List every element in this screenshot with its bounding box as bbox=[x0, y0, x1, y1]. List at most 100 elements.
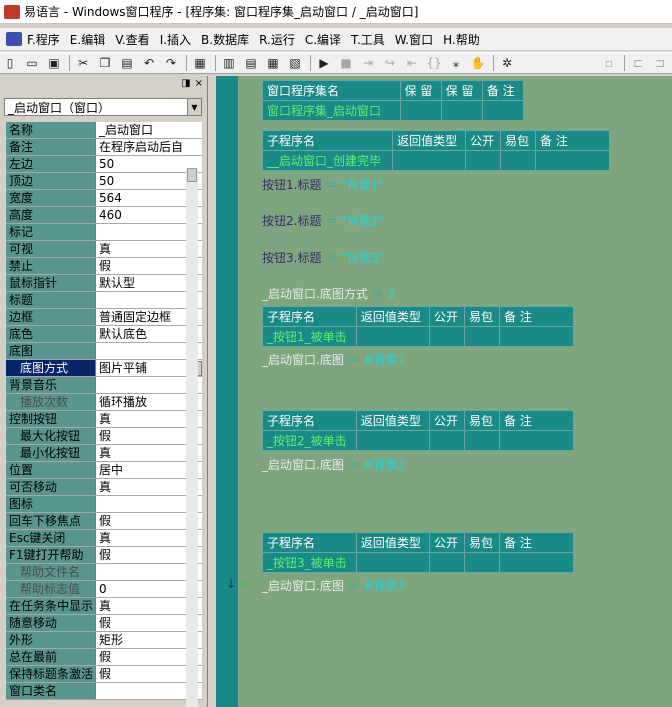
assembly-cell[interactable] bbox=[481, 100, 525, 121]
property-row[interactable]: Esc键关闭真 bbox=[6, 530, 202, 547]
sub-cell[interactable] bbox=[429, 430, 465, 451]
property-row[interactable]: 底色 默认底色 bbox=[6, 326, 202, 343]
assembly-name[interactable]: 窗口程序集_启动窗口 bbox=[262, 100, 401, 121]
sub-cell[interactable] bbox=[499, 326, 574, 347]
menu-insert[interactable]: I.插入 bbox=[155, 31, 196, 48]
menu-database[interactable]: B.数据库 bbox=[196, 31, 254, 48]
run-icon[interactable]: ▶ bbox=[314, 54, 334, 72]
property-row[interactable]: 帮助文件名 bbox=[6, 564, 202, 581]
sub-cell[interactable] bbox=[463, 326, 501, 347]
menu-help[interactable]: H.帮助 bbox=[438, 31, 485, 48]
sub-cell[interactable] bbox=[499, 430, 574, 451]
program-menu-icon[interactable] bbox=[6, 32, 22, 46]
menu-tools[interactable]: T.工具 bbox=[346, 31, 390, 48]
code-line[interactable]: _启动窗口.底图 ＝ #背景3 bbox=[262, 577, 405, 594]
sub-cell[interactable] bbox=[463, 552, 501, 573]
property-row[interactable]: 图标 bbox=[6, 496, 202, 513]
find-icon[interactable]: ▦ bbox=[190, 54, 210, 72]
sub-cell[interactable] bbox=[500, 150, 536, 171]
menu-view[interactable]: V.查看 bbox=[110, 31, 154, 48]
layout-icon[interactable]: ▤ bbox=[241, 54, 261, 72]
property-row[interactable]: 宽度 564 bbox=[6, 190, 202, 207]
property-row[interactable]: 窗口类名 bbox=[6, 683, 202, 700]
undo-icon[interactable]: ↶ bbox=[139, 54, 159, 72]
assembly-cell[interactable] bbox=[440, 100, 483, 121]
property-row[interactable]: 总在最前假 bbox=[6, 649, 202, 666]
sub-cell[interactable] bbox=[465, 150, 502, 171]
property-row[interactable]: 随意移动假 bbox=[6, 615, 202, 632]
step-func-icon[interactable]: {} bbox=[424, 54, 444, 72]
code-line[interactable]: _启动窗口.底图 ＝ #背景1 bbox=[262, 351, 405, 368]
chevron-down-icon[interactable]: ▼ bbox=[187, 99, 201, 115]
property-row[interactable]: 最大化按钮假 bbox=[6, 428, 202, 445]
property-row[interactable]: 回车下移焦点假 bbox=[6, 513, 202, 530]
sub-cell[interactable] bbox=[535, 150, 610, 171]
close-icon[interactable]: × bbox=[195, 78, 203, 89]
debug-icon[interactable]: ✲ bbox=[497, 54, 517, 72]
assembly-cell[interactable] bbox=[399, 100, 442, 121]
sub-name[interactable]: _按钮2_被单击 bbox=[262, 430, 357, 451]
hand-icon[interactable]: ✋ bbox=[468, 54, 488, 72]
menu-compile[interactable]: C.编译 bbox=[300, 31, 346, 48]
menu-edit[interactable]: E.编辑 bbox=[65, 31, 110, 48]
pin-icon[interactable]: ◨ bbox=[181, 78, 190, 89]
property-row[interactable]: 左边 50 bbox=[6, 156, 202, 173]
sub-name[interactable]: _按钮1_被单击 bbox=[262, 326, 357, 347]
property-row[interactable]: 播放次数 循环播放 bbox=[6, 394, 202, 411]
property-row[interactable]: 标记 bbox=[6, 224, 202, 241]
property-row[interactable]: 禁止假 bbox=[6, 258, 202, 275]
property-row[interactable]: 底图 bbox=[6, 343, 202, 360]
code-line[interactable]: _启动窗口.底图 ＝ #背景2 bbox=[262, 456, 405, 473]
object-selector[interactable]: _启动窗口（窗口） ▼ bbox=[4, 98, 202, 116]
step-over-icon[interactable]: ↪ bbox=[380, 54, 400, 72]
property-row[interactable]: 背景音乐 bbox=[6, 377, 202, 394]
layout-icon[interactable]: ▧ bbox=[285, 54, 305, 72]
layout-icon[interactable]: ▥ bbox=[219, 54, 239, 72]
sub-cell[interactable] bbox=[392, 150, 467, 171]
breakpoint-icon[interactable]: ⁎ bbox=[446, 54, 466, 72]
cut-icon[interactable]: ✂ bbox=[73, 54, 93, 72]
layout-icon[interactable]: ▦ bbox=[263, 54, 283, 72]
property-row[interactable]: 位置 居中 bbox=[6, 462, 202, 479]
code-line[interactable]: _启动窗口.底图方式 ＝ 3 bbox=[262, 285, 395, 302]
property-row[interactable]: 高度 460 bbox=[6, 207, 202, 224]
sub-cell[interactable] bbox=[355, 430, 431, 451]
property-scrollbar[interactable] bbox=[186, 168, 198, 707]
menu-run[interactable]: R.运行 bbox=[254, 31, 300, 48]
paste-icon[interactable]: ▤ bbox=[117, 54, 137, 72]
property-row[interactable]: 底图方式图片平铺▼ bbox=[6, 360, 202, 377]
menu-window[interactable]: W.窗口 bbox=[390, 31, 438, 48]
property-row[interactable]: 名称 _启动窗口 bbox=[6, 122, 202, 139]
sub-cell[interactable] bbox=[429, 326, 465, 347]
scrollbar-thumb[interactable] bbox=[187, 168, 197, 182]
sub-cell[interactable] bbox=[355, 326, 431, 347]
code-editor[interactable]: 窗口程序集名 保 留 保 留 备 注 窗口程序集_启动窗口 子程序名 返回值类型… bbox=[238, 76, 672, 707]
new-file-icon[interactable]: ▯ bbox=[0, 54, 20, 72]
stop-icon[interactable]: ■ bbox=[336, 54, 356, 72]
property-row[interactable]: 鼠标指针 默认型 bbox=[6, 275, 202, 292]
menu-program[interactable]: F.程序 bbox=[22, 31, 65, 48]
property-row[interactable]: 最小化按钮真 bbox=[6, 445, 202, 462]
property-row[interactable]: 可视真 bbox=[6, 241, 202, 258]
sub-cell[interactable] bbox=[355, 552, 431, 573]
sub-cell[interactable] bbox=[499, 552, 574, 573]
sub-name[interactable]: __启动窗口_创建完毕 bbox=[261, 150, 394, 171]
property-row[interactable]: F1键打开帮助假 bbox=[6, 547, 202, 564]
expand-plus-icon[interactable]: + bbox=[240, 577, 250, 591]
save-icon[interactable]: ▣ bbox=[44, 54, 64, 72]
open-folder-icon[interactable]: ▭ bbox=[22, 54, 42, 72]
step-in-icon[interactable]: ⇥ bbox=[358, 54, 378, 72]
property-value[interactable]: _启动窗口 bbox=[96, 122, 202, 138]
sub-cell[interactable] bbox=[429, 552, 465, 573]
property-value[interactable]: 在程序启动后自 bbox=[96, 139, 202, 155]
sub-cell[interactable] bbox=[463, 430, 501, 451]
property-row[interactable]: 备注 在程序启动后自 bbox=[6, 139, 202, 156]
property-row[interactable]: 边框 普通固定边框 bbox=[6, 309, 202, 326]
code-line[interactable]: 按钮3.标题 ＝ "背景3" bbox=[262, 249, 384, 266]
code-line[interactable]: 按钮2.标题 ＝ "背景2" bbox=[262, 212, 384, 229]
redo-icon[interactable]: ↷ bbox=[161, 54, 181, 72]
property-row[interactable]: 帮助标志值 0 bbox=[6, 581, 202, 598]
code-line[interactable]: 按钮1.标题 ＝ "背景1" bbox=[262, 176, 384, 193]
property-row[interactable]: 保持标题条激活假 bbox=[6, 666, 202, 683]
sub-name[interactable]: _按钮3_被单击 bbox=[262, 552, 357, 573]
